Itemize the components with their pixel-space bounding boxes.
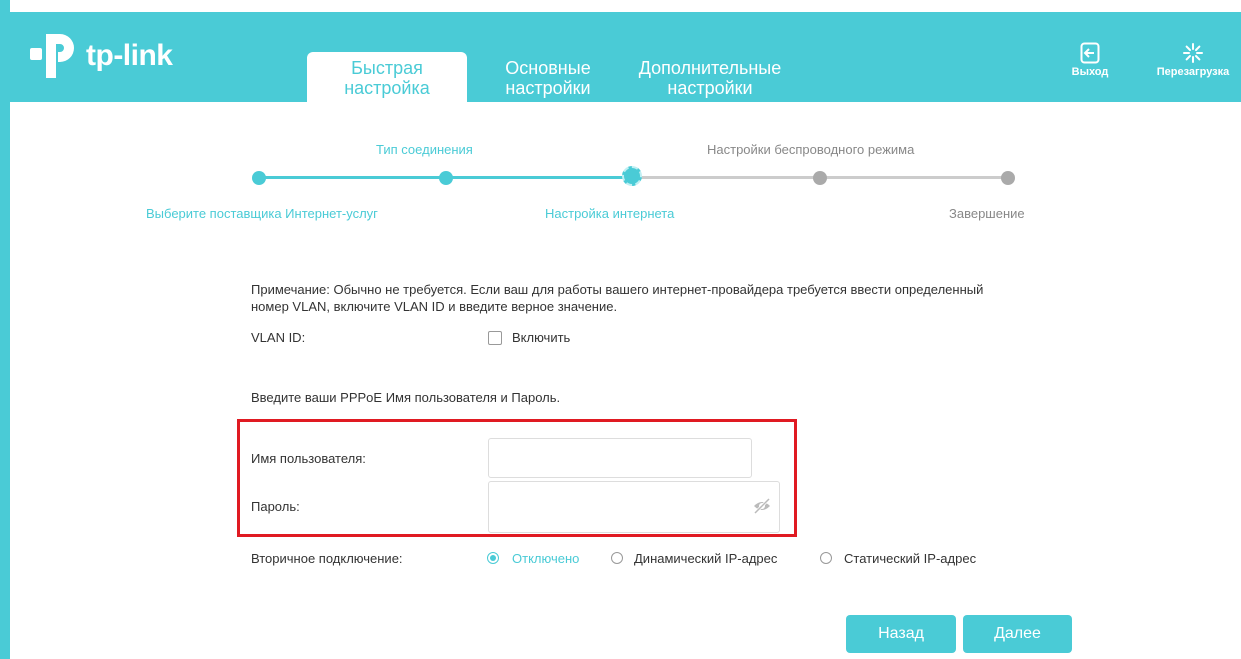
vlan-enable-label: Включить (512, 330, 571, 345)
step-label-isp: Выберите поставщика Интернет-услуг (146, 206, 378, 221)
next-button[interactable]: Далее (963, 615, 1072, 653)
reboot-button[interactable]: Перезагрузка (1148, 42, 1238, 78)
username-input[interactable] (488, 438, 752, 478)
vlan-id-label: VLAN ID: (251, 330, 306, 345)
logo-text: tp-link (86, 39, 173, 72)
tab-advanced-line2: настройки (667, 78, 753, 98)
step-dot-4 (813, 171, 827, 185)
hide-password-eye-icon[interactable] (752, 498, 772, 514)
top-header: tp-link Быстрая настройка Основные настр… (10, 12, 1241, 102)
radio-secondary-static-ip[interactable] (820, 552, 832, 564)
step-dot-1 (252, 171, 266, 185)
vlan-note-line2: номер VLAN, включите VLAN ID и введите в… (251, 299, 618, 314)
step-dot-2 (439, 171, 453, 185)
tab-quick-setup[interactable]: Быстрая настройка (307, 52, 467, 102)
tp-link-logo-icon (30, 34, 74, 78)
page-left-border (0, 0, 10, 659)
tab-quick-setup-line2: настройка (344, 78, 430, 98)
tp-link-logo: tp-link (28, 29, 173, 83)
radio-secondary-dynamic-ip[interactable] (611, 552, 623, 564)
password-input[interactable] (488, 481, 780, 533)
vlan-enable-checkbox[interactable] (488, 331, 502, 345)
username-label: Имя пользователя: (251, 451, 366, 466)
tab-advanced[interactable]: Дополнительные настройки (620, 52, 800, 102)
step-dot-5 (1001, 171, 1015, 185)
password-label: Пароль: (251, 499, 300, 514)
reboot-icon (1183, 43, 1203, 63)
pppoe-prompt: Введите ваши PPPoE Имя пользователя и Па… (251, 390, 561, 405)
logout-icon (1080, 42, 1100, 64)
reboot-label: Перезагрузка (1156, 66, 1230, 78)
radio-secondary-disabled-label: Отключено (512, 551, 580, 566)
tab-basic[interactable]: Основные настройки (488, 52, 608, 102)
tab-basic-line2: настройки (505, 78, 591, 98)
vlan-note-line1: Примечание: Обычно не требуется. Если ва… (251, 282, 984, 297)
radio-secondary-dynamic-ip-label: Динамический IP-адрес (634, 551, 778, 566)
tab-quick-setup-line1: Быстрая (351, 58, 423, 78)
page-top-margin (0, 0, 1241, 12)
radio-secondary-disabled[interactable] (487, 552, 499, 564)
step-dot-3-current (622, 166, 642, 186)
step-label-finish: Завершение (949, 206, 1025, 221)
logout-button[interactable]: Выход (1065, 42, 1115, 78)
tab-basic-line1: Основные (505, 58, 591, 78)
step-label-internet: Настройка интернета (545, 206, 675, 221)
logout-label: Выход (1071, 66, 1109, 78)
radio-secondary-static-ip-label: Статический IP-адрес (844, 551, 977, 566)
step-label-connection-type: Тип соединения (376, 142, 473, 157)
secondary-connection-label: Вторичное подключение: (251, 551, 403, 566)
step-label-wireless: Настройки беспроводного режима (707, 142, 915, 157)
back-button[interactable]: Назад (846, 615, 956, 653)
tab-advanced-line1: Дополнительные (638, 58, 782, 78)
